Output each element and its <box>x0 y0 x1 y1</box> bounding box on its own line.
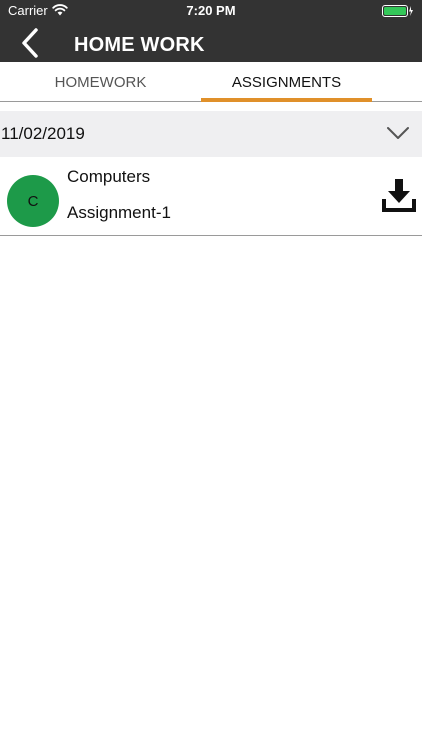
screen: Carrier 7:20 PM HOME WORK HOMEWORK ASSIG… <box>0 0 422 750</box>
avatar: C <box>7 175 59 227</box>
clock: 7:20 PM <box>186 3 236 18</box>
assignment-title: Assignment-1 <box>67 203 171 222</box>
date-label: 11/02/2019 <box>1 124 85 143</box>
chevron-down-icon[interactable] <box>386 124 410 142</box>
back-button[interactable] <box>14 26 46 60</box>
subject-label: Computers <box>67 167 151 186</box>
top-bar: Carrier 7:20 PM HOME WORK <box>0 0 422 62</box>
back-arrow-icon <box>22 28 38 58</box>
nav-bar: HOME WORK <box>0 22 422 62</box>
download-icon[interactable] <box>382 177 416 213</box>
page-title: HOME WORK <box>74 34 205 56</box>
tab-bar: HOMEWORK ASSIGNMENTS <box>0 62 422 102</box>
tab-assignments[interactable]: ASSIGNMENTS <box>201 62 372 102</box>
selected-tab-indicator <box>201 98 372 102</box>
avatar-letter: C <box>27 192 39 210</box>
battery-icon <box>382 5 413 17</box>
status-bar: Carrier 7:20 PM <box>0 0 422 22</box>
list-item[interactable]: C Computers Assignment-1 <box>0 157 422 236</box>
tab-homework[interactable]: HOMEWORK <box>0 62 201 102</box>
date-group-header[interactable]: 11/02/2019 <box>0 111 422 157</box>
